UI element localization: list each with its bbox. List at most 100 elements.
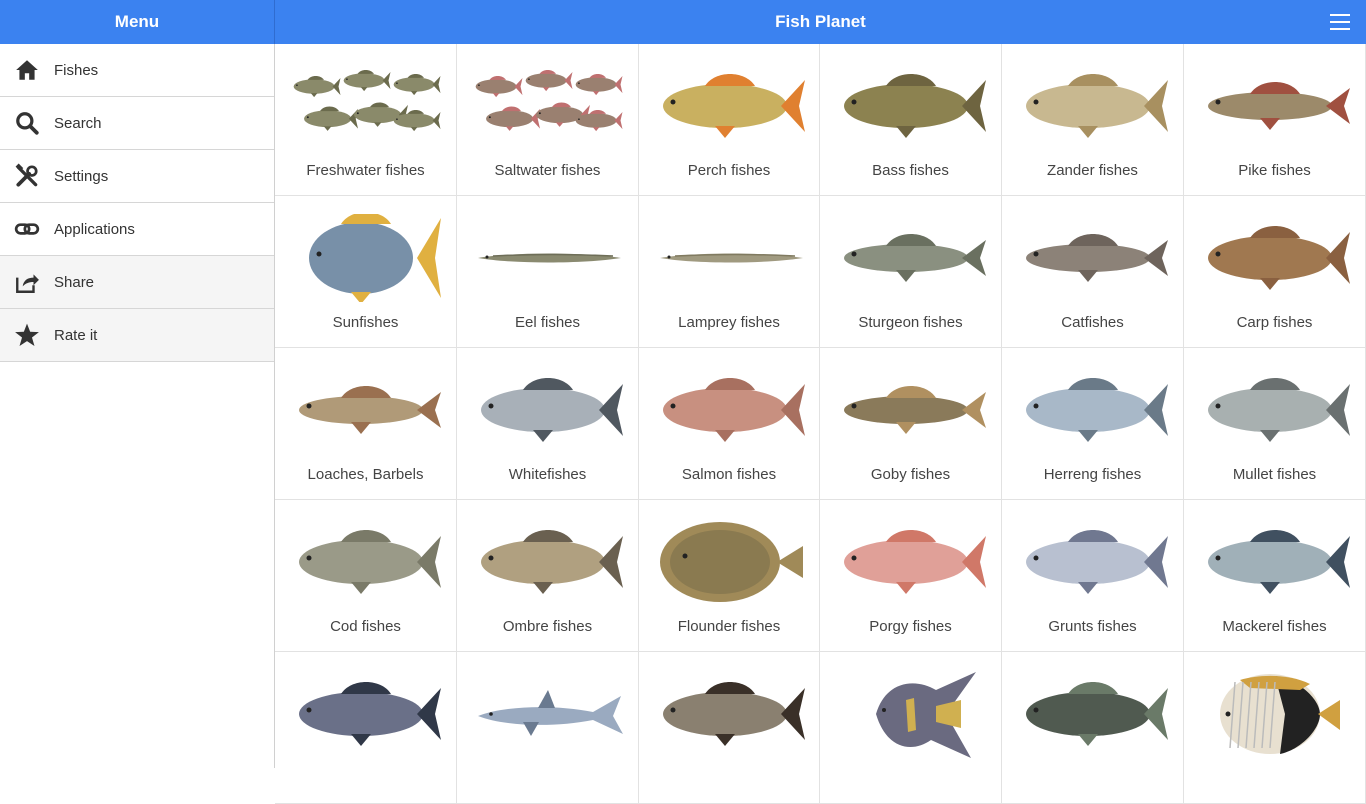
fish-category-label: Bass fishes — [872, 162, 949, 179]
fish-category-tile[interactable] — [275, 652, 457, 804]
menu-title: Menu — [114, 12, 160, 31]
hamburger-menu-icon[interactable] — [1330, 14, 1350, 30]
sidebar-item-applications[interactable]: Applications — [0, 203, 274, 256]
fish-category-tile[interactable]: Herreng fishes — [1002, 348, 1184, 500]
fish-illustration — [844, 386, 986, 434]
fish-category-label: Freshwater fishes — [306, 162, 425, 179]
fish-category-tile[interactable]: Ombre fishes — [457, 500, 639, 652]
fish-category-tile[interactable]: Porgy fishes — [820, 500, 1002, 652]
fish-category-label: Herreng fishes — [1043, 466, 1142, 483]
fish-category-tile[interactable]: Mullet fishes — [1184, 348, 1366, 500]
star-icon — [0, 322, 54, 348]
fish-category-tile[interactable]: Goby fishes — [820, 348, 1002, 500]
sidebar-item-fishes[interactable]: Fishes — [0, 44, 274, 97]
fish-category-tile[interactable]: Sturgeon fishes — [820, 196, 1002, 348]
link-icon — [0, 216, 54, 242]
fish-illustration — [663, 378, 805, 442]
fish-category-label: Zander fishes — [1047, 162, 1138, 179]
fish-category-tile[interactable] — [1184, 652, 1366, 804]
home-icon — [0, 57, 54, 83]
sidebar-item-label: Applications — [54, 220, 135, 238]
menu-header: Menu — [0, 0, 274, 44]
fish-illustration — [844, 234, 986, 282]
fish-category-tile[interactable]: Mackerel fishes — [1184, 500, 1366, 652]
fish-illustration — [1220, 674, 1340, 754]
sidebar-item-settings[interactable]: Settings — [0, 150, 274, 203]
fish-category-tile[interactable] — [820, 652, 1002, 804]
fish-category-label: Flounder fishes — [677, 618, 781, 635]
sidebar-item-rate[interactable]: Rate it — [0, 309, 274, 362]
fish-category-label: Goby fishes — [870, 466, 951, 483]
fish-category-tile[interactable]: Saltwater fishes — [457, 44, 639, 196]
fish-illustration — [1026, 530, 1168, 594]
fish-illustration — [660, 522, 803, 602]
share-icon — [0, 269, 54, 295]
fish-category-tile[interactable]: Perch fishes — [639, 44, 820, 196]
fish-category-tile[interactable]: Grunts fishes — [1002, 500, 1184, 652]
search-icon — [0, 110, 54, 136]
fish-category-label: Whitefishes — [508, 466, 587, 483]
fish-category-tile[interactable]: Loaches, Barbels — [275, 348, 457, 500]
fish-category-label: Salmon fishes — [681, 466, 777, 483]
fish-category-tile[interactable]: Zander fishes — [1002, 44, 1184, 196]
fish-illustration — [663, 682, 805, 746]
fish-category-tile[interactable]: Whitefishes — [457, 348, 639, 500]
fish-category-label: Sturgeon fishes — [858, 314, 963, 331]
tools-icon — [0, 163, 54, 189]
fish-illustration — [1208, 378, 1350, 442]
fish-category-tile[interactable]: Freshwater fishes — [275, 44, 457, 196]
sidebar-item-share[interactable]: Share — [0, 256, 274, 309]
fish-illustration — [481, 530, 623, 594]
fish-illustration — [1026, 74, 1168, 138]
fish-category-tile[interactable]: Sunfishes — [275, 196, 457, 348]
fish-category-label: Lamprey fishes — [678, 314, 780, 331]
fish-category-label: Ombre fishes — [502, 618, 593, 635]
fish-category-tile[interactable]: Catfishes — [1002, 196, 1184, 348]
fish-illustration — [478, 253, 621, 263]
fish-category-label: Loaches, Barbels — [307, 466, 424, 483]
fish-category-label: Porgy fishes — [869, 618, 952, 635]
sidebar-item-label: Fishes — [54, 61, 99, 79]
fish-illustration — [299, 530, 441, 594]
fish-illustration — [660, 253, 803, 263]
fish-category-label: Mullet fishes — [1232, 466, 1317, 483]
fish-category-tile[interactable]: Lamprey fishes — [639, 196, 820, 348]
sidebar: Fishes Search Settings Applications Shar… — [0, 44, 275, 768]
fish-illustration — [1026, 378, 1168, 442]
fish-category-label: Mackerel fishes — [1222, 618, 1327, 635]
fish-category-tile[interactable]: Flounder fishes — [639, 500, 820, 652]
fish-category-tile[interactable]: Carp fishes — [1184, 196, 1366, 348]
fish-category-tile[interactable]: Bass fishes — [820, 44, 1002, 196]
fish-category-label: Eel fishes — [514, 314, 581, 331]
fish-illustration — [481, 378, 623, 442]
sidebar-item-label: Rate it — [54, 326, 98, 344]
fish-illustration — [475, 69, 623, 132]
fish-category-tile[interactable] — [457, 652, 639, 804]
fish-category-tile[interactable]: Pike fishes — [1184, 44, 1366, 196]
fish-category-label: Perch fishes — [687, 162, 771, 179]
fish-illustration — [844, 530, 986, 594]
fish-illustration — [299, 682, 441, 746]
fish-illustration — [478, 690, 623, 736]
fish-category-tile[interactable]: Cod fishes — [275, 500, 457, 652]
fish-category-tile[interactable]: Salmon fishes — [639, 348, 820, 500]
fish-category-label: Grunts fishes — [1048, 618, 1137, 635]
fish-category-grid: Freshwater fishes Saltwater fishes Perch f… — [275, 44, 1366, 804]
fish-illustration — [663, 74, 805, 138]
fish-category-label: Cod fishes — [330, 618, 401, 635]
sidebar-item-label: Settings — [54, 167, 109, 185]
fish-category-tile[interactable] — [1002, 652, 1184, 804]
fish-illustration — [1208, 226, 1350, 290]
fish-illustration — [299, 386, 441, 434]
fish-illustration — [293, 69, 441, 132]
fish-category-tile[interactable] — [639, 652, 820, 804]
fish-illustration — [1026, 682, 1168, 746]
sidebar-item-label: Search — [54, 114, 102, 132]
app-header: Fish Planet — [275, 0, 1366, 44]
app-title: Fish Planet — [775, 12, 866, 31]
sidebar-item-search[interactable]: Search — [0, 97, 274, 150]
fish-category-label: Pike fishes — [1238, 162, 1311, 179]
fish-category-label: Saltwater fishes — [494, 162, 601, 179]
fish-illustration — [844, 74, 986, 138]
fish-category-tile[interactable]: Eel fishes — [457, 196, 639, 348]
